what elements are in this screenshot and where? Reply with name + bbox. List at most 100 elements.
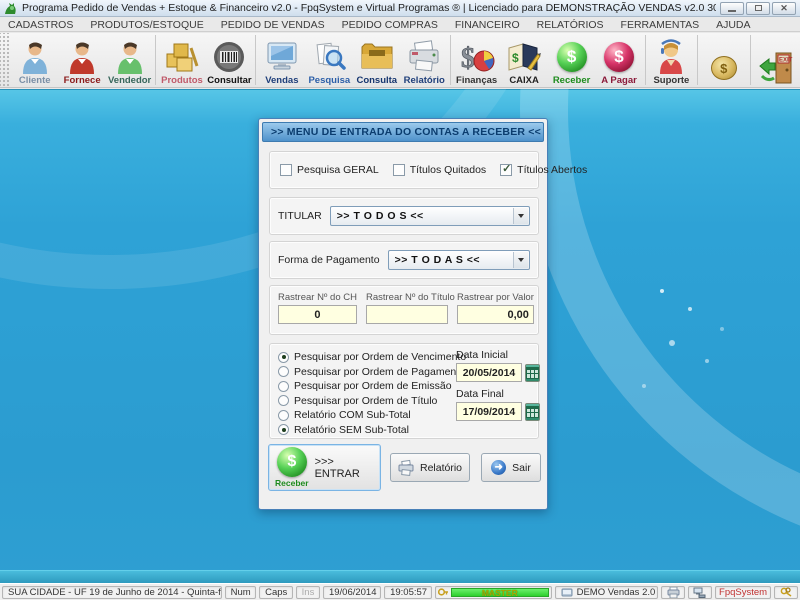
receive-green-dollar-icon: $ [557, 39, 587, 75]
radio-relatorio-com-subtotal-circle[interactable] [278, 410, 289, 421]
status-keys-panel[interactable] [774, 586, 798, 599]
checkbox-titulos-abertos-box[interactable] [500, 164, 512, 176]
radio-relatorio-com-subtotal[interactable]: Relatório COM Sub-Total [278, 408, 466, 423]
toolbar-relatorio-button[interactable]: Relatório [401, 33, 448, 87]
menu-pedido-de-vendas[interactable]: PEDIDO DE VENDAS [221, 19, 325, 31]
status-network-panel[interactable] [688, 586, 712, 599]
relatorio-button-label: Relatório [420, 462, 462, 474]
toolbar-pesquisa-button[interactable]: Pesquisa [306, 33, 353, 87]
radio-relatorio-sem-subtotal[interactable]: Relatório SEM Sub-Total [278, 423, 466, 438]
menu-financeiro[interactable]: FINANCEIRO [455, 19, 520, 31]
menu-ajuda[interactable]: AJUDA [716, 19, 750, 31]
svg-text:$: $ [512, 51, 519, 65]
radio-ordem-emissao-circle[interactable] [278, 381, 289, 392]
toolbar-consulta-label: Consulta [356, 75, 397, 86]
forma-pagamento-group: Forma de Pagamento >> T O D A S << [269, 241, 539, 279]
menu-relatorios[interactable]: RELATÓRIOS [537, 19, 604, 31]
menu-ferramentas[interactable]: FERRAMENTAS [621, 19, 700, 31]
coin-icon: $ [711, 50, 737, 86]
rastrear-valor-input[interactable] [457, 305, 534, 324]
data-final-input[interactable] [456, 402, 522, 421]
calendar-icon[interactable] [525, 403, 540, 421]
toolbar-caixa-button[interactable]: $ CAIXA [500, 33, 547, 87]
status-brand: FpqSystem [715, 586, 772, 599]
forma-pagamento-label: Forma de Pagamento [278, 254, 380, 266]
minimize-button[interactable] [720, 2, 744, 15]
radio-ordem-titulo-circle[interactable] [278, 395, 289, 406]
svg-text:EXIT: EXIT [779, 58, 793, 64]
data-inicial-input[interactable] [456, 363, 522, 382]
status-app-panel: DEMO Vendas 2.0 [555, 586, 659, 599]
checkbox-titulos-quitados-box[interactable] [393, 164, 405, 176]
checkbox-titulos-quitados[interactable]: Títulos Quitados [393, 164, 486, 176]
radio-ordem-emissao-label: Pesquisar por Ordem de Emissão [294, 380, 452, 392]
radio-ordem-titulo[interactable]: Pesquisar por Ordem de Título [278, 394, 466, 409]
cash-book-icon: $ [506, 39, 542, 75]
forma-pagamento-select[interactable]: >> T O D A S << [388, 250, 530, 270]
entrar-button[interactable]: $ Receber >>> ENTRAR [268, 444, 381, 491]
rastrear-ch-label: Rastrear Nº do CH [278, 292, 357, 303]
dialog-title-bar[interactable]: >> MENU DE ENTRADA DO CONTAS A RECEBER <… [262, 122, 544, 142]
toolbar-separator [645, 35, 646, 85]
toolbar-cliente-button[interactable]: Cliente [11, 33, 58, 87]
radio-ordem-vencimento[interactable]: Pesquisar por Ordem de Vencimento [278, 350, 466, 365]
radio-ordem-vencimento-circle[interactable] [278, 352, 289, 363]
toolbar-financas-button[interactable]: $ Finanças [453, 33, 500, 87]
toolbar-cliente-label: Cliente [19, 75, 51, 86]
exit-arrow-icon: ➜ [491, 460, 506, 475]
status-printer-panel[interactable] [661, 586, 685, 599]
menu-pedido-compras[interactable]: PEDIDO COMPRAS [342, 19, 438, 31]
restore-button[interactable] [746, 2, 770, 15]
status-insert: Ins [296, 586, 320, 599]
toolbar-consulta-button[interactable]: Consulta [353, 33, 400, 87]
rastrear-titulo-input[interactable] [366, 305, 448, 324]
toolbar-fornece-button[interactable]: Fornece [58, 33, 105, 87]
checkbox-pesquisa-geral[interactable]: Pesquisa GERAL [280, 164, 379, 176]
toolbar-apagar-button[interactable]: $ A Pagar [595, 33, 642, 87]
toolbar-coin-button[interactable]: $ [700, 33, 747, 87]
toolbar-produtos-button[interactable]: Produtos [158, 33, 205, 87]
products-boxes-icon [164, 39, 200, 75]
data-inicial-label: Data Inicial [456, 349, 534, 361]
radio-ordem-pagamento-circle[interactable] [278, 366, 289, 377]
toolbar-fornece-label: Fornece [64, 75, 101, 86]
toolbar-exit-button[interactable]: EXIT [752, 33, 799, 87]
menu-bar: CADASTROS PRODUTOS/ESTOQUE PEDIDO DE VEN… [0, 18, 800, 32]
titular-select[interactable]: >> T O D O S << [330, 206, 530, 226]
radio-ordem-pagamento[interactable]: Pesquisar por Ordem de Pagamento [278, 365, 466, 380]
menu-produtos-estoque[interactable]: PRODUTOS/ESTOQUE [90, 19, 203, 31]
sair-button-label: Sair [512, 462, 531, 474]
checkbox-titulos-abertos[interactable]: Títulos Abertos [500, 164, 587, 176]
toolbar-grip [0, 33, 11, 87]
relatorio-button[interactable]: Relatório [390, 453, 470, 482]
printer-icon [398, 461, 414, 475]
checkbox-group: Pesquisa GERAL Títulos Quitados Títulos … [269, 151, 539, 189]
toolbar-consultar-label: Consultar [207, 75, 251, 86]
chevron-down-icon[interactable] [513, 252, 528, 268]
radio-ordem-emissao[interactable]: Pesquisar por Ordem de Emissão [278, 379, 466, 394]
checkbox-pesquisa-geral-box[interactable] [280, 164, 292, 176]
exit-door-icon: EXIT [756, 50, 796, 86]
menu-cadastros[interactable]: CADASTROS [8, 19, 73, 31]
titular-group: TITULAR >> T O D O S << [269, 197, 539, 235]
toolbar-suporte-button[interactable]: Suporte [648, 33, 695, 87]
sair-button[interactable]: ➜ Sair [481, 453, 541, 482]
chevron-down-icon[interactable] [513, 208, 528, 224]
toolbar-receber-button[interactable]: $ Receber [548, 33, 595, 87]
toolbar-vendedor-button[interactable]: Vendedor [106, 33, 153, 87]
key-icon [438, 587, 449, 597]
rastrear-group: Rastrear Nº do CH Rastrear Nº do Título … [269, 285, 539, 335]
rastrear-titulo-label: Rastrear Nº do Título [366, 292, 448, 303]
toolbar-consultar-button[interactable]: Consultar [206, 33, 253, 87]
close-button[interactable]: ✕ [772, 2, 796, 15]
toolbar-vendas-button[interactable]: Vendas [258, 33, 305, 87]
radio-ordem-pagamento-label: Pesquisar por Ordem de Pagamento [294, 366, 465, 378]
entrar-icon-caption: Receber [275, 478, 309, 488]
calendar-icon[interactable] [525, 364, 540, 382]
status-caps-lock: Caps [259, 586, 293, 599]
toolbar-vendas-label: Vendas [265, 75, 298, 86]
finance-dollar-pie-icon: $ [459, 39, 495, 75]
order-radio-list: Pesquisar por Ordem de Vencimento Pesqui… [278, 350, 466, 437]
radio-relatorio-sem-subtotal-circle[interactable] [278, 424, 289, 435]
rastrear-ch-input[interactable] [278, 305, 357, 324]
